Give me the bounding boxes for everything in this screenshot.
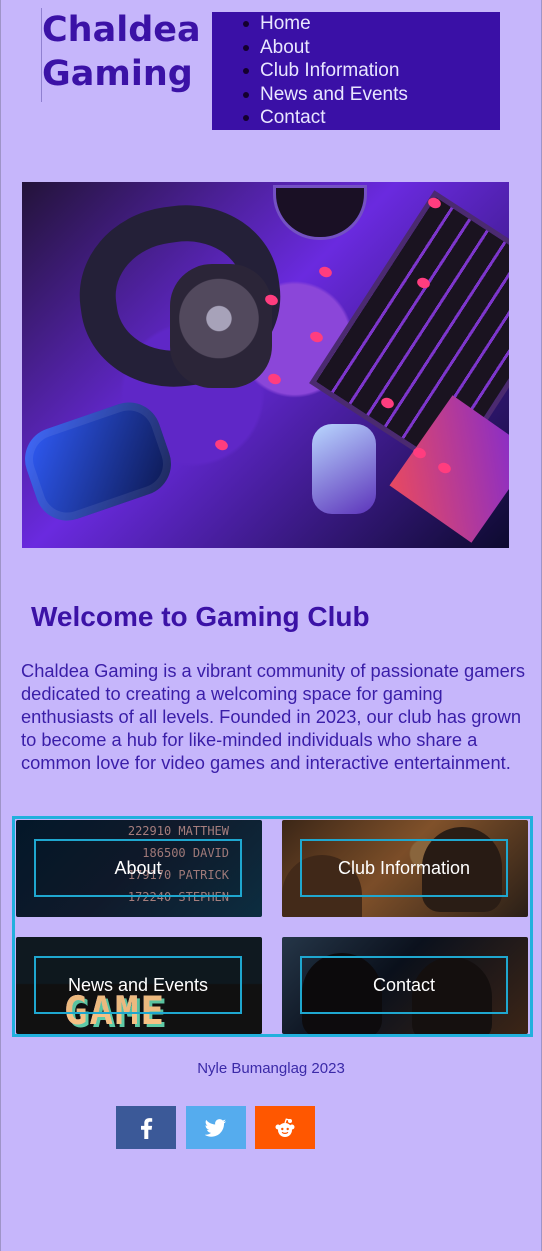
facebook-icon — [141, 1117, 153, 1139]
cup-shape — [273, 185, 367, 240]
candy-shape — [266, 372, 283, 386]
brand-line-gaming: Gaming — [42, 54, 193, 94]
hero-gaming-setup-image — [22, 182, 509, 548]
nav-item-club-information[interactable]: Club Information — [212, 59, 500, 83]
contact-card[interactable]: Contact — [282, 937, 528, 1034]
footer-credit: Nyle Bumanglag 2023 — [197, 1060, 345, 1077]
nav-item-contact[interactable]: Contact — [212, 106, 500, 130]
twitter-icon — [205, 1118, 226, 1137]
site-brand[interactable]: Chaldea Gaming — [41, 8, 201, 102]
candy-shape — [308, 330, 325, 344]
nav-item-home[interactable]: Home — [212, 12, 500, 36]
twitter-share-button[interactable] — [186, 1106, 246, 1149]
reddit-share-button[interactable] — [255, 1106, 315, 1149]
figure-shape — [312, 424, 376, 514]
page-title: Welcome to Gaming Club — [31, 601, 370, 632]
facebook-share-button[interactable] — [116, 1106, 176, 1149]
about-card[interactable]: 222910 MATTHEW 186500 DAVID 179170 PATRI… — [16, 820, 262, 917]
club-information-card-label: Club Information — [300, 839, 508, 897]
nav-item-news-and-events[interactable]: News and Events — [212, 83, 500, 107]
nav-item-about[interactable]: About — [212, 36, 500, 60]
club-information-card[interactable]: Club Information — [282, 820, 528, 917]
headset-earcup-shape — [170, 264, 272, 388]
candy-shape — [317, 265, 334, 279]
main-navigation: Home About Club Information News and Eve… — [212, 12, 500, 130]
nav-list: Home About Club Information News and Eve… — [212, 12, 500, 130]
reddit-icon — [275, 1117, 295, 1137]
contact-card-label: Contact — [300, 956, 508, 1014]
candy-shape — [213, 438, 230, 452]
controller-shape — [22, 393, 180, 530]
club-description: Chaldea Gaming is a vibrant community of… — [21, 660, 525, 773]
brand-line-chaldea: Chaldea — [42, 10, 201, 50]
about-card-label: About — [34, 839, 242, 897]
news-and-events-card-label: News and Events — [34, 956, 242, 1014]
navigation-card-grid: 222910 MATTHEW 186500 DAVID 179170 PATRI… — [12, 816, 533, 1037]
news-and-events-card[interactable]: GAME News and Events — [16, 937, 262, 1034]
